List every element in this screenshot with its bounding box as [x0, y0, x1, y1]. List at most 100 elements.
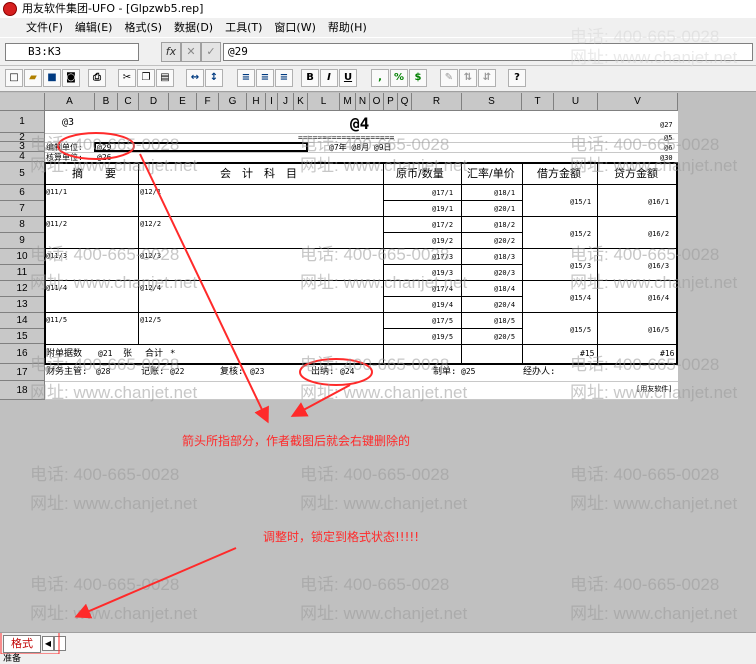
new-file-icon[interactable]: □: [5, 69, 23, 87]
menu-edit[interactable]: 编辑(E): [69, 18, 119, 37]
currency-style-button[interactable]: $: [409, 69, 427, 87]
column-header[interactable]: C: [118, 93, 139, 111]
row-header[interactable]: 1: [0, 111, 45, 133]
column-header[interactable]: O: [370, 93, 384, 111]
column-header[interactable]: E: [169, 93, 197, 111]
debit-cell[interactable]: @15/2: [570, 229, 591, 239]
total-debit[interactable]: #15: [580, 349, 594, 359]
cell-a1[interactable]: @3: [62, 118, 74, 128]
column-header[interactable]: Q: [398, 93, 412, 111]
row-header[interactable]: 4: [0, 152, 45, 162]
summary-cell[interactable]: @11/5: [46, 315, 67, 325]
column-header[interactable]: N: [356, 93, 370, 111]
menu-data[interactable]: 数据(D): [168, 18, 219, 37]
chart-wizard-icon[interactable]: ✎: [440, 69, 458, 87]
function-button[interactable]: fx: [161, 42, 181, 62]
italic-button[interactable]: I: [320, 69, 338, 87]
orig-cell[interactable]: @19/2: [432, 236, 453, 246]
paste-icon[interactable]: ▤: [156, 69, 174, 87]
credit-cell[interactable]: @16/1: [648, 197, 669, 207]
accounting-unit-value[interactable]: @26: [97, 153, 111, 163]
debit-cell[interactable]: @15/5: [570, 325, 591, 335]
selected-range[interactable]: [94, 142, 308, 152]
debit-cell[interactable]: @15/1: [570, 197, 591, 207]
row-header[interactable]: 9: [0, 233, 45, 249]
menu-window[interactable]: 窗口(W): [268, 18, 321, 37]
cashier-value[interactable]: @24: [340, 367, 354, 377]
column-header[interactable]: S: [462, 93, 522, 111]
orig-cell[interactable]: @17/5: [432, 316, 453, 326]
column-header[interactable]: F: [197, 93, 219, 111]
row-header[interactable]: 13: [0, 297, 45, 313]
menu-file[interactable]: 文件(F): [6, 18, 69, 37]
attachments-count[interactable]: @21: [98, 349, 112, 359]
row-header[interactable]: 16: [0, 344, 45, 364]
column-width-icon[interactable]: ↔: [186, 69, 204, 87]
menu-format[interactable]: 格式(S): [118, 18, 168, 37]
row-header[interactable]: 17: [0, 364, 45, 381]
orig-cell[interactable]: @19/1: [432, 204, 453, 214]
percent-style-button[interactable]: %: [390, 69, 408, 87]
row-header[interactable]: 7: [0, 201, 45, 217]
column-header[interactable]: L: [308, 93, 340, 111]
rate-cell[interactable]: @20/4: [494, 300, 515, 310]
column-header[interactable]: P: [384, 93, 398, 111]
row-header[interactable]: 18: [0, 381, 45, 400]
cancel-edit-button[interactable]: ✕: [181, 42, 201, 62]
row-header[interactable]: 11: [0, 265, 45, 281]
bookkeeping-value[interactable]: @22: [170, 367, 184, 377]
rate-cell[interactable]: @18/4: [494, 284, 515, 294]
rate-cell[interactable]: @20/2: [494, 236, 515, 246]
row-height-icon[interactable]: ↕: [205, 69, 223, 87]
column-header[interactable]: G: [219, 93, 247, 111]
column-header[interactable]: M: [340, 93, 356, 111]
summary-cell[interactable]: @11/4: [46, 283, 67, 293]
orig-cell[interactable]: @17/2: [432, 220, 453, 230]
account-cell[interactable]: @12/4: [140, 283, 161, 293]
copy-icon[interactable]: ❐: [137, 69, 155, 87]
column-header[interactable]: V: [598, 93, 678, 111]
cell-v4[interactable]: @30: [660, 153, 673, 163]
print-icon[interactable]: ⎙: [88, 69, 106, 87]
open-folder-icon[interactable]: ▰: [24, 69, 42, 87]
rate-cell[interactable]: @20/3: [494, 268, 515, 278]
rate-cell[interactable]: @18/3: [494, 252, 515, 262]
cell-v1[interactable]: @27: [660, 120, 673, 130]
cell-reference-box[interactable]: B3:K3: [5, 43, 139, 61]
column-header[interactable]: R: [412, 93, 462, 111]
cut-icon[interactable]: ✂: [118, 69, 136, 87]
row-header[interactable]: 8: [0, 217, 45, 233]
column-header[interactable]: J: [278, 93, 294, 111]
account-cell[interactable]: @12/2: [140, 219, 161, 229]
column-header[interactable]: I: [266, 93, 278, 111]
menu-tools[interactable]: 工具(T): [219, 18, 268, 37]
rate-cell[interactable]: @18/2: [494, 220, 515, 230]
account-cell[interactable]: @12/5: [140, 315, 161, 325]
align-center-icon[interactable]: ≡: [256, 69, 274, 87]
credit-cell[interactable]: @16/4: [648, 293, 669, 303]
row-header[interactable]: 12: [0, 281, 45, 297]
accept-edit-button[interactable]: ✓: [201, 42, 221, 62]
summary-cell[interactable]: @11/2: [46, 219, 67, 229]
rate-cell[interactable]: @20/5: [494, 332, 515, 342]
column-header[interactable]: U: [554, 93, 598, 111]
account-cell[interactable]: @12/3: [140, 251, 161, 261]
report-title[interactable]: @4: [350, 115, 369, 133]
cell-v3[interactable]: @6: [664, 143, 672, 153]
align-right-icon[interactable]: ≡: [275, 69, 293, 87]
column-header[interactable]: T: [522, 93, 554, 111]
menu-help[interactable]: 帮助(H): [322, 18, 373, 37]
column-header[interactable]: H: [247, 93, 266, 111]
finance-supervisor-value[interactable]: @28: [96, 367, 110, 377]
comma-style-button[interactable]: ,: [371, 69, 389, 87]
select-all-corner[interactable]: [0, 93, 45, 111]
total-credit[interactable]: #16: [660, 349, 674, 359]
orig-cell[interactable]: @19/3: [432, 268, 453, 278]
maker-value[interactable]: @25: [461, 367, 475, 377]
credit-cell[interactable]: @16/3: [648, 261, 669, 271]
cell-v2[interactable]: @5: [664, 134, 672, 142]
summary-cell[interactable]: @11/1: [46, 187, 67, 197]
orig-cell[interactable]: @19/5: [432, 332, 453, 342]
print-preview-icon[interactable]: ◙: [62, 69, 80, 87]
rate-cell[interactable]: @18/5: [494, 316, 515, 326]
